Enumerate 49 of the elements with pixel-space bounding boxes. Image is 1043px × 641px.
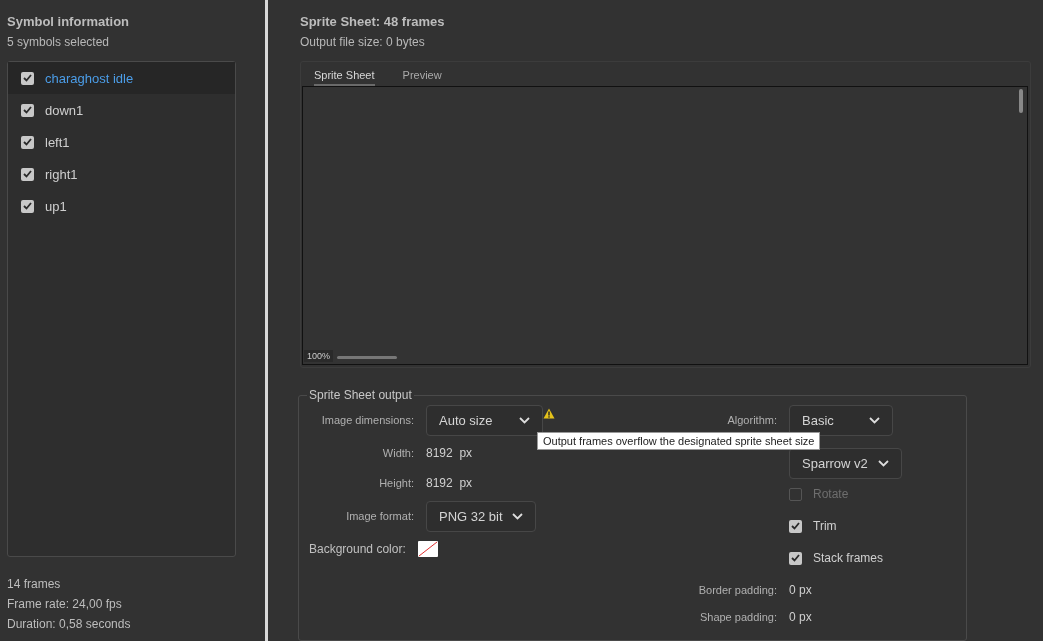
symbol-item[interactable]: charaghost idle [8, 62, 235, 94]
tooltip: Output frames overflow the designated sprite sheet size [537, 432, 821, 450]
field-label: Height: [378, 477, 414, 490]
field-label: Algorithm: [726, 414, 777, 427]
tab[interactable]: Preview [402, 69, 442, 86]
field-label: Shape padding: [698, 611, 777, 624]
field-label: Border padding: [697, 584, 777, 597]
vertical-scrollbar[interactable] [1019, 89, 1023, 113]
stat-text: Duration: 0,58 seconds [7, 617, 132, 631]
width-value: 8192 px [426, 446, 473, 461]
selection-count: 5 symbols selected [7, 35, 111, 49]
symbol-item[interactable]: down1 [8, 94, 235, 126]
field-label: Width: [381, 447, 414, 460]
checkbox[interactable] [21, 103, 34, 117]
sprite-sheet-title: Sprite Sheet: 48 frames [300, 14, 446, 29]
symbol-item[interactable]: left1 [8, 126, 235, 158]
checkbox[interactable] [21, 199, 34, 213]
field-label: Image dimensions: [320, 414, 414, 427]
symbol-item[interactable]: right1 [8, 158, 235, 190]
padding-value[interactable]: 0 px [789, 610, 812, 625]
field-label: Image format: [345, 510, 414, 523]
height-value: 8192 px [426, 476, 473, 491]
chevron-down-icon [869, 416, 880, 424]
stat-text: Frame rate: 24,00 fps [7, 597, 123, 611]
chevron-down-icon [512, 512, 523, 520]
chevron-down-icon [519, 416, 530, 424]
color-swatch[interactable] [417, 541, 438, 558]
symbol-item[interactable]: up1 [8, 190, 235, 222]
checkbox[interactable] [789, 551, 802, 565]
option-label: Rotate [813, 487, 849, 502]
horizontal-scrollbar[interactable] [337, 356, 398, 360]
stat-text: 14 frames [7, 577, 62, 591]
data-format-dropdown[interactable]: Sparrow v2 [789, 447, 902, 479]
dimensions-dropdown[interactable]: Auto size [426, 404, 543, 436]
checkbox[interactable] [21, 135, 34, 149]
checkbox[interactable] [21, 71, 34, 85]
checkbox[interactable] [789, 519, 802, 533]
option-label: Trim [813, 519, 837, 534]
chevron-down-icon [878, 459, 889, 467]
option-label: Stack frames [813, 551, 884, 566]
zoom-level: 100% [304, 350, 334, 363]
padding-value[interactable]: 0 px [789, 583, 812, 598]
format-dropdown[interactable]: PNG 32 bit [426, 500, 536, 532]
algorithm-dropdown[interactable]: Basic [789, 404, 893, 436]
group-title: Sprite Sheet output [308, 388, 413, 403]
checkbox[interactable] [21, 167, 34, 181]
panel-title: Symbol information [7, 14, 131, 29]
file-size-text: Output file size: 0 bytes [300, 35, 426, 49]
field-label: Background color: [309, 542, 406, 557]
